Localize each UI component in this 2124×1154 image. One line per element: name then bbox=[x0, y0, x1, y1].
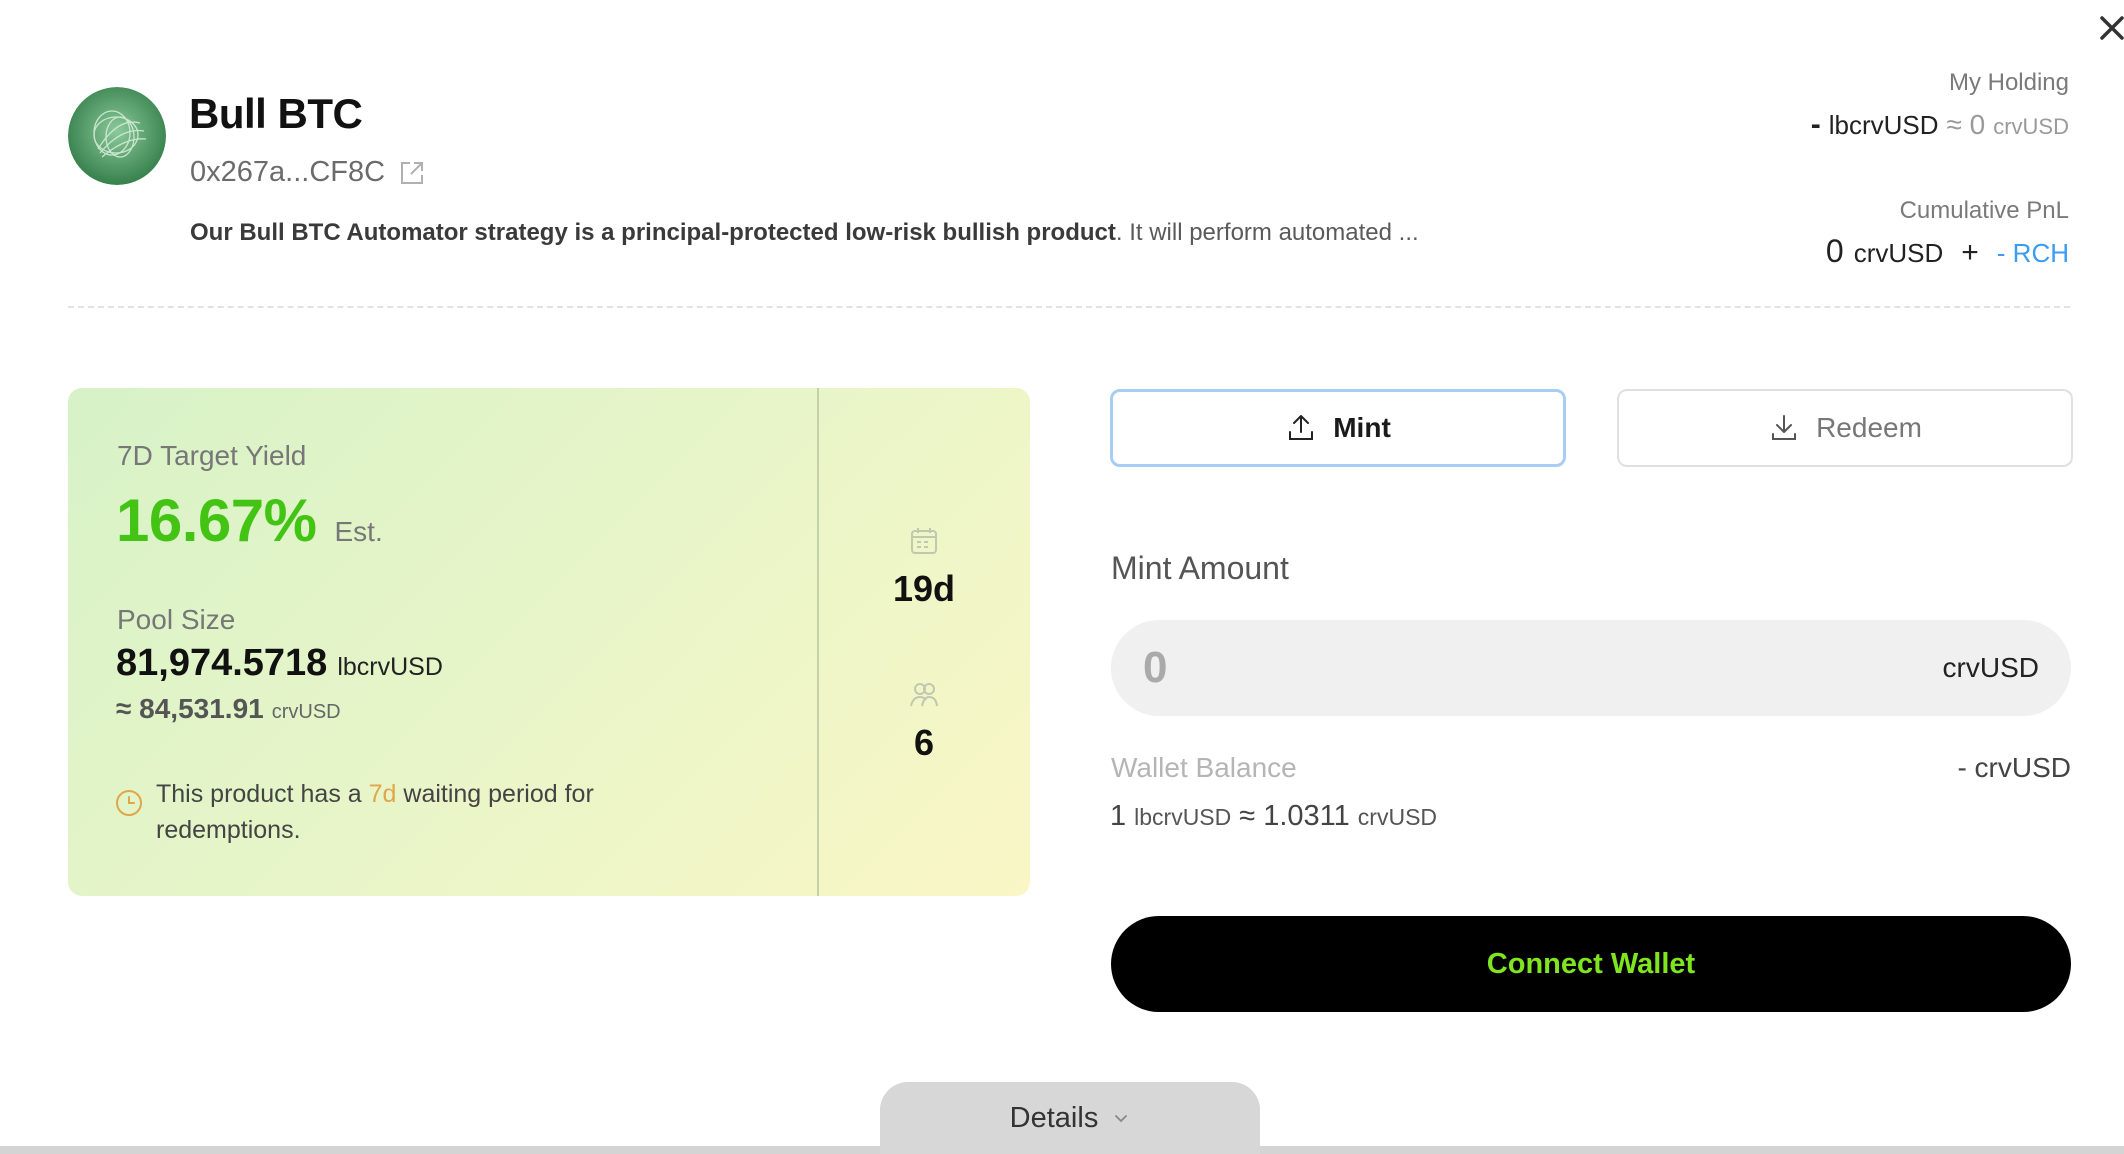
description-rest: . It will perform automated ... bbox=[1115, 219, 1419, 246]
holders-value: 6 bbox=[913, 722, 935, 763]
pool-approx-unit: crvUSD bbox=[271, 701, 341, 723]
connect-wallet-button[interactable]: Connect Wallet bbox=[1111, 916, 2071, 1012]
notice-text: This product has a 7d waiting period for… bbox=[156, 776, 654, 848]
holding-value: - lbcrvUSD ≈ 0 crvUSD bbox=[1811, 108, 2069, 142]
calendar-icon bbox=[911, 528, 937, 554]
yield-row: 16.67% Est. bbox=[116, 486, 383, 555]
pool-approx-row: ≈ 84,531.91 crvUSD bbox=[116, 693, 341, 725]
mint-amount-label: Mint Amount bbox=[1111, 550, 1289, 586]
tab-mint-label: Mint bbox=[1333, 412, 1391, 443]
connect-wallet-label: Connect Wallet bbox=[1486, 947, 1696, 980]
pnl-plus: + bbox=[1961, 236, 1979, 269]
tab-redeem-label: Redeem bbox=[1816, 412, 1922, 443]
days-value: 19d bbox=[892, 568, 956, 609]
contract-address: 0x267a...CF8C bbox=[190, 156, 386, 188]
waiting-period-notice: This product has a 7d waiting period for… bbox=[114, 776, 654, 848]
avatar bbox=[68, 87, 166, 185]
details-label: Details bbox=[1009, 1101, 1099, 1134]
pnl-reward: - RCH bbox=[1996, 238, 2069, 268]
mint-amount-input[interactable] bbox=[1143, 643, 1943, 693]
pool-unit: lbcrvUSD bbox=[337, 653, 443, 681]
rate-left: 1 bbox=[1110, 800, 1127, 832]
details-toggle[interactable]: Details bbox=[880, 1082, 1260, 1154]
wallet-balance-label: Wallet Balance bbox=[1111, 752, 1297, 783]
pnl-label: Cumulative PnL bbox=[1899, 197, 2069, 224]
close-button[interactable] bbox=[2092, 8, 2124, 48]
yield-value: 16.67% bbox=[116, 487, 317, 554]
rate-left-unit: lbcrvUSD bbox=[1134, 804, 1232, 830]
wallet-balance-value: - crvUSD bbox=[1957, 752, 2071, 783]
upload-icon bbox=[1289, 415, 1314, 440]
holding-unit: crvUSD bbox=[1993, 114, 2069, 139]
pool-value: 81,974.5718 bbox=[116, 642, 328, 684]
users-icon bbox=[910, 683, 938, 707]
pool-row: 81,974.5718 lbcrvUSD bbox=[116, 642, 443, 685]
days-stat: 19d bbox=[818, 524, 1030, 610]
external-link-icon[interactable] bbox=[397, 158, 427, 188]
holding-label: My Holding bbox=[1948, 69, 2069, 96]
tab-mint[interactable]: Mint bbox=[1110, 389, 1566, 467]
rate-approx: ≈ 1.0311 bbox=[1239, 800, 1350, 832]
rate-right-unit: crvUSD bbox=[1357, 804, 1438, 830]
holding-dash: - bbox=[1810, 108, 1821, 141]
address-row: 0x267a...CF8C bbox=[190, 156, 427, 189]
holding-token: lbcrvUSD bbox=[1828, 110, 1939, 140]
pnl-value: 0 crvUSD + - RCH bbox=[1826, 233, 2069, 270]
close-icon bbox=[2100, 16, 2124, 40]
holding-approx: ≈ 0 bbox=[1946, 109, 1986, 140]
mint-amount-unit: crvUSD bbox=[1942, 652, 2039, 683]
divider bbox=[68, 306, 2070, 308]
chevron-down-icon bbox=[1115, 1115, 1128, 1123]
yield-est: Est. bbox=[334, 516, 383, 547]
stats-card: 7D Target Yield 16.67% Est. Pool Size 81… bbox=[68, 388, 1030, 896]
yield-label: 7D Target Yield bbox=[117, 440, 307, 471]
pool-label: Pool Size bbox=[117, 604, 236, 635]
strategy-description: Our Bull BTC Automator strategy is a pri… bbox=[190, 219, 1419, 247]
pnl-unit: crvUSD bbox=[1853, 238, 1944, 268]
mint-amount-field[interactable]: crvUSD bbox=[1111, 620, 2071, 716]
tab-redeem[interactable]: Redeem bbox=[1617, 389, 2073, 467]
pnl-number: 0 bbox=[1825, 233, 1844, 269]
pool-approx-value: ≈ 84,531.91 bbox=[116, 693, 264, 724]
notice-highlight: 7d bbox=[368, 780, 397, 808]
card-divider bbox=[817, 388, 819, 896]
download-icon bbox=[1772, 415, 1797, 440]
clock-icon bbox=[116, 790, 142, 816]
page-title: Bull BTC bbox=[189, 90, 363, 137]
holders-stat: 6 bbox=[818, 678, 1030, 764]
description-bold: Our Bull BTC Automator strategy is a pri… bbox=[190, 219, 1116, 246]
notice-prefix: This product has a bbox=[156, 780, 369, 808]
exchange-rate: 1 lbcrvUSD ≈ 1.0311 crvUSD bbox=[1110, 800, 1437, 833]
